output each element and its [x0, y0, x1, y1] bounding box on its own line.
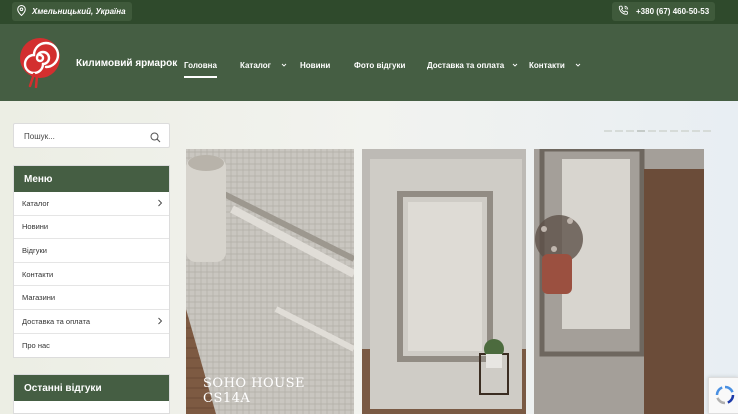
slide-caption: SOHO HOUSE CS14A [203, 376, 306, 406]
sidebar-item-news[interactable]: Новини [14, 216, 169, 240]
slider-dot[interactable] [604, 130, 612, 132]
nav-catalog[interactable]: Каталог [240, 58, 287, 72]
nav-label: Каталог [240, 60, 271, 70]
slider-dot[interactable] [692, 130, 700, 132]
location-pill[interactable]: Хмельницький, Україна [12, 2, 132, 21]
nav-label: Доставка та оплата [427, 60, 505, 70]
location-text: Хмельницький, Україна [32, 7, 126, 16]
sidebar-item-label: Каталог [22, 198, 50, 208]
nav-label: Головна [184, 60, 217, 70]
nav-photo-reviews[interactable]: Фото відгуки [354, 58, 405, 72]
slider-image-1[interactable]: SOHO HOUSE CS14A [186, 149, 354, 414]
nav-label: Новини [300, 60, 331, 70]
phone-pill[interactable]: +380 (67) 460-50-53 [612, 2, 716, 21]
search-box [13, 123, 170, 148]
recaptcha-icon [715, 385, 735, 405]
sidebar-menu-title: Меню [14, 166, 169, 192]
chevron-right-icon [158, 199, 163, 207]
sidebar-item-about[interactable]: Про нас [14, 334, 169, 358]
search-input[interactable] [24, 129, 144, 143]
site-header: Килимовий ярмарок Головна Каталог Новини… [0, 24, 738, 101]
recaptcha-badge[interactable] [708, 377, 738, 414]
phone-icon [618, 3, 629, 21]
nav-label: Контакти [529, 60, 565, 70]
sidebar-item-label: Контакти [22, 269, 54, 279]
slider-dot[interactable] [626, 130, 634, 132]
slider-dot[interactable] [703, 130, 711, 132]
sidebar-item-contacts[interactable]: Контакти [14, 263, 169, 287]
chevron-down-icon [281, 63, 287, 67]
chevron-down-icon [512, 63, 518, 67]
top-bar: Хмельницький, Україна +380 (67) 460-50-5… [0, 0, 738, 24]
sidebar-item-label: Доставка та оплата [22, 316, 91, 326]
brand-name[interactable]: Килимовий ярмарок [76, 58, 177, 69]
site-logo[interactable] [18, 36, 66, 89]
sidebar-item-reviews[interactable]: Відгуки [14, 239, 169, 263]
sidebar-item-label: Відгуки [22, 245, 48, 255]
nav-label: Фото відгуки [354, 60, 406, 70]
phone-number: +380 (67) 460-50-53 [636, 7, 710, 16]
latest-reviews-widget: Останні відгуки [13, 374, 170, 414]
slider-dot[interactable] [648, 130, 656, 132]
slider-dot[interactable] [681, 130, 689, 132]
sidebar-item-catalog[interactable]: Каталог [14, 192, 169, 216]
slider-image-2[interactable] [362, 149, 526, 414]
slider-dot-active[interactable] [637, 130, 645, 132]
latest-reviews-title: Останні відгуки [14, 375, 169, 401]
map-pin-icon [17, 3, 26, 21]
search-icon[interactable] [150, 130, 161, 148]
slider-dot[interactable] [659, 130, 667, 132]
slider-image-3[interactable] [534, 149, 704, 414]
sidebar-item-label: Про нас [22, 340, 50, 350]
chevron-down-icon [575, 63, 581, 67]
nav-delivery[interactable]: Доставка та оплата [427, 58, 518, 72]
sidebar-menu: Меню Каталог Новини Відгуки Контакти Маг… [13, 165, 170, 359]
chevron-right-icon [158, 317, 163, 325]
slider-dots [604, 130, 711, 132]
slider-dot[interactable] [615, 130, 623, 132]
nav-contacts[interactable]: Контакти [529, 58, 581, 72]
nav-news[interactable]: Новини [300, 58, 330, 72]
slider-dot[interactable] [670, 130, 678, 132]
sidebar-item-shops[interactable]: Магазини [14, 286, 169, 310]
sidebar-item-label: Магазини [22, 293, 56, 303]
sidebar-item-delivery[interactable]: Доставка та оплата [14, 310, 169, 334]
sidebar-item-label: Новини [22, 222, 49, 232]
nav-home[interactable]: Головна [184, 58, 217, 78]
